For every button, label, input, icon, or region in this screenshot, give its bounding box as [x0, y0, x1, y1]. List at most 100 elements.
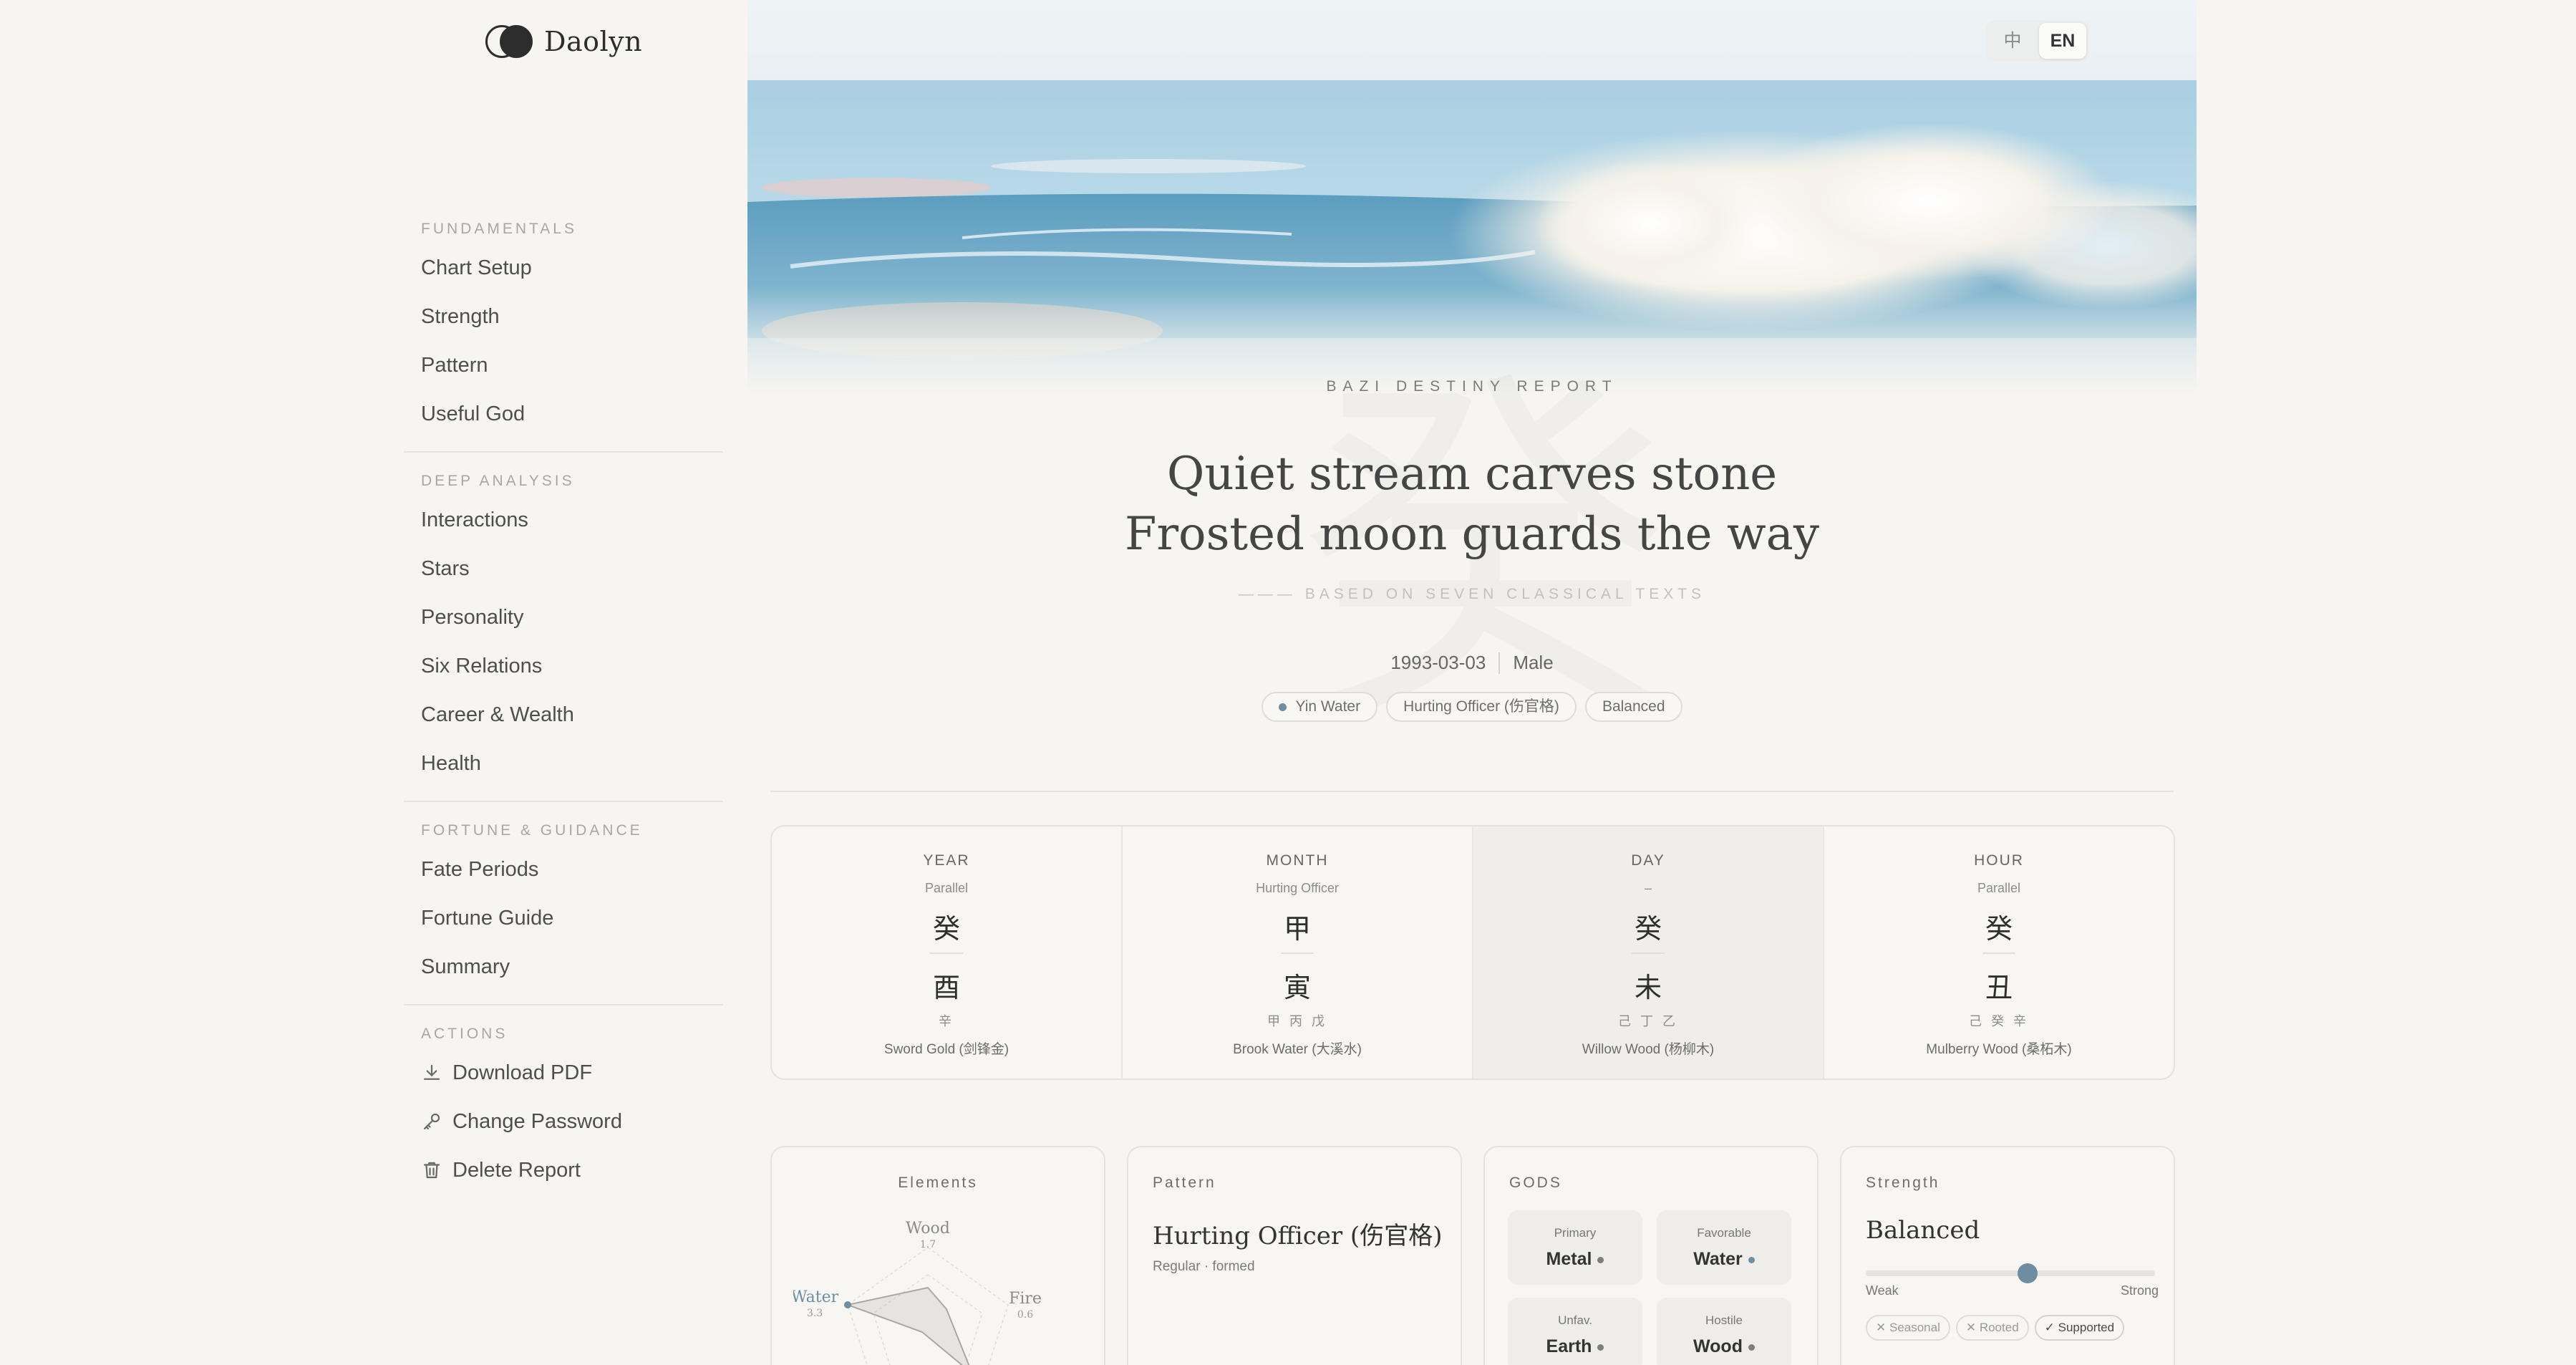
pillar-ten-god: Parallel — [1977, 881, 2021, 895]
sidebar-item-strength[interactable]: Strength — [421, 292, 706, 341]
sidebar-item-personality[interactable]: Personality — [421, 593, 706, 642]
sidebar-item-useful-god[interactable]: Useful God — [421, 390, 706, 438]
dot-icon — [1748, 1256, 1755, 1263]
chip-supported: ✓ Supported — [2034, 1315, 2125, 1341]
sidebar-item-career-wealth[interactable]: Career & Wealth — [421, 690, 706, 739]
gender: Male — [1513, 652, 1554, 673]
pattern-subtitle: Regular · formed — [1153, 1259, 1255, 1274]
wood-label: Wood — [906, 1220, 950, 1238]
water-dot-icon — [1279, 703, 1287, 711]
summary-cards: Elements Wood 1.7 Fire 0.6 Water 3.3 Pat… — [770, 1146, 2175, 1365]
nav-section-fundamentals: FUNDAMENTALS Chart Setup Strength Patter… — [404, 201, 723, 453]
nav-heading: ACTIONS — [421, 1026, 508, 1042]
pillar-hidden-stems: 己 癸 辛 — [1968, 1014, 2029, 1028]
strength-heading: Strength — [1866, 1175, 1940, 1191]
elements-heading: Elements — [898, 1175, 978, 1191]
lang-zh-button[interactable]: 中 — [1989, 23, 2036, 59]
trash-icon — [423, 1162, 440, 1179]
gods-card[interactable]: GODS Primary Metal Favorable Water Unfav… — [1483, 1146, 1819, 1365]
tag-strength: Balanced — [1584, 692, 1682, 722]
pillar-branch: 寅 — [1283, 972, 1311, 1003]
fire-value: 0.6 — [1017, 1309, 1033, 1321]
sidebar-item-interactions[interactable]: Interactions — [421, 496, 706, 544]
lang-en-button[interactable]: EN — [2039, 23, 2086, 59]
nav-heading: FUNDAMENTALS — [421, 221, 577, 237]
pillar-divider — [1982, 952, 2015, 954]
strength-card[interactable]: Strength Balanced Weak Strong ✕ Seasonal… — [1840, 1146, 2175, 1365]
strength-value: Balanced — [1866, 1216, 1980, 1245]
pattern-heading: Pattern — [1153, 1175, 1216, 1191]
top-bar: 中 EN — [747, 0, 2197, 80]
hero-banner: 中 EN — [747, 0, 2197, 415]
pillar-month[interactable]: MONTH Hurting Officer 甲 寅 甲 丙 戊 Brook Wa… — [1123, 826, 1473, 1079]
sidebar: Daolyn FUNDAMENTALS Chart Setup Strength… — [0, 0, 747, 1365]
pillar-hidden-stems: 甲 丙 戊 — [1267, 1014, 1327, 1028]
pillar-label: MONTH — [1266, 852, 1329, 869]
change-password-label: Change Password — [452, 1110, 622, 1133]
report-main: 中 EN BAZI DESTINY REPORT Quiet stream ca… — [747, 0, 2197, 1365]
title-line-1: Quiet stream carves stone — [1166, 448, 1778, 501]
sidebar-item-fate-periods[interactable]: Fate Periods — [421, 845, 706, 894]
nav-section-deep-analysis: DEEP ANALYSIS Interactions Stars Persona… — [404, 453, 723, 802]
god-favorable: Favorable Water — [1657, 1210, 1791, 1285]
pillar-ten-god: Parallel — [924, 881, 969, 895]
sidebar-nav: FUNDAMENTALS Chart Setup Strength Patter… — [404, 201, 723, 1207]
logo-mark-icon — [485, 24, 533, 59]
god-primary: Primary Metal — [1508, 1210, 1642, 1285]
delete-report-label: Delete Report — [452, 1159, 581, 1182]
pillar-label: YEAR — [923, 852, 970, 869]
sidebar-item-summary[interactable]: Summary — [421, 942, 706, 991]
sidebar-item-fortune-guide[interactable]: Fortune Guide — [421, 894, 706, 942]
sidebar-item-pattern[interactable]: Pattern — [421, 341, 706, 390]
pillar-year[interactable]: YEAR Parallel 癸 酉 辛 Sword Gold (剑锋金) — [772, 826, 1123, 1079]
scale-strong-label: Strong — [2121, 1283, 2159, 1298]
delete-report-button[interactable]: Delete Report — [421, 1146, 706, 1195]
strength-indicator — [2018, 1263, 2038, 1283]
pillar-nayin: Brook Water (大溪水) — [1233, 1042, 1362, 1057]
strength-scale — [1866, 1263, 2155, 1283]
pattern-name: Hurting Officer (伤官格) — [1153, 1222, 1443, 1250]
pillar-hidden-stems: 辛 — [939, 1014, 954, 1028]
dot-icon — [1748, 1344, 1755, 1351]
sidebar-item-chart-setup[interactable]: Chart Setup — [421, 243, 706, 292]
download-pdf-button[interactable]: Download PDF — [421, 1048, 706, 1097]
birth-date: 1993-03-03 — [1390, 652, 1486, 673]
sidebar-item-stars[interactable]: Stars — [421, 544, 706, 593]
section-divider — [770, 791, 2174, 792]
scale-weak-label: Weak — [1866, 1283, 1899, 1298]
key-icon — [423, 1113, 440, 1130]
elements-card[interactable]: Elements Wood 1.7 Fire 0.6 Water 3.3 — [770, 1146, 1105, 1365]
pillar-stem: 癸 — [1634, 913, 1662, 945]
brand-name: Daolyn — [544, 26, 643, 57]
pillar-day[interactable]: DAY – 癸 未 己 丁 乙 Willow Wood (杨柳木) — [1473, 826, 1824, 1079]
pillar-label: DAY — [1631, 852, 1665, 869]
sidebar-item-health[interactable]: Health — [421, 739, 706, 788]
pillar-branch: 未 — [1634, 972, 1662, 1003]
pillar-stem: 癸 — [932, 913, 960, 945]
wood-value: 1.7 — [920, 1239, 936, 1250]
fire-label: Fire — [1009, 1290, 1042, 1308]
strength-factors: ✕ Seasonal ✕ Rooted ✓ Supported — [1866, 1315, 2125, 1341]
change-password-button[interactable]: Change Password — [421, 1097, 706, 1146]
pillar-hidden-stems: 己 丁 乙 — [1617, 1014, 1678, 1028]
pillar-nayin: Mulberry Wood (桑柘木) — [1926, 1042, 2072, 1057]
title-line-2: Frosted moon guards the way — [1125, 508, 1819, 561]
nav-section-actions: ACTIONS Download PDF Change Password Del… — [404, 1005, 723, 1207]
nav-heading: DEEP ANALYSIS — [421, 473, 575, 489]
pillar-hour[interactable]: HOUR Parallel 癸 丑 己 癸 辛 Mulberry Wood (桑… — [1824, 826, 2174, 1079]
sidebar-item-six-relations[interactable]: Six Relations — [421, 642, 706, 690]
pillar-branch: 酉 — [932, 972, 960, 1003]
pillar-branch: 丑 — [1985, 972, 2013, 1003]
brand-logo[interactable]: Daolyn — [485, 21, 642, 62]
meta-separator — [1498, 652, 1501, 674]
pillar-divider — [1632, 952, 1665, 954]
chip-rooted: ✕ Rooted — [1955, 1315, 2029, 1341]
pattern-card[interactable]: Pattern Hurting Officer (伤官格) Regular · … — [1127, 1146, 1462, 1365]
birth-meta: 1993-03-03 Male — [747, 652, 2197, 674]
report-title: Quiet stream carves stone Frosted moon g… — [747, 444, 2197, 564]
pillar-nayin: Willow Wood (杨柳木) — [1582, 1042, 1715, 1057]
chip-seasonal: ✕ Seasonal — [1866, 1315, 1950, 1341]
god-unfavorable: Unfav. Earth — [1508, 1298, 1642, 1365]
god-hostile: Hostile Wood — [1657, 1298, 1791, 1365]
pillar-divider — [1281, 952, 1314, 954]
